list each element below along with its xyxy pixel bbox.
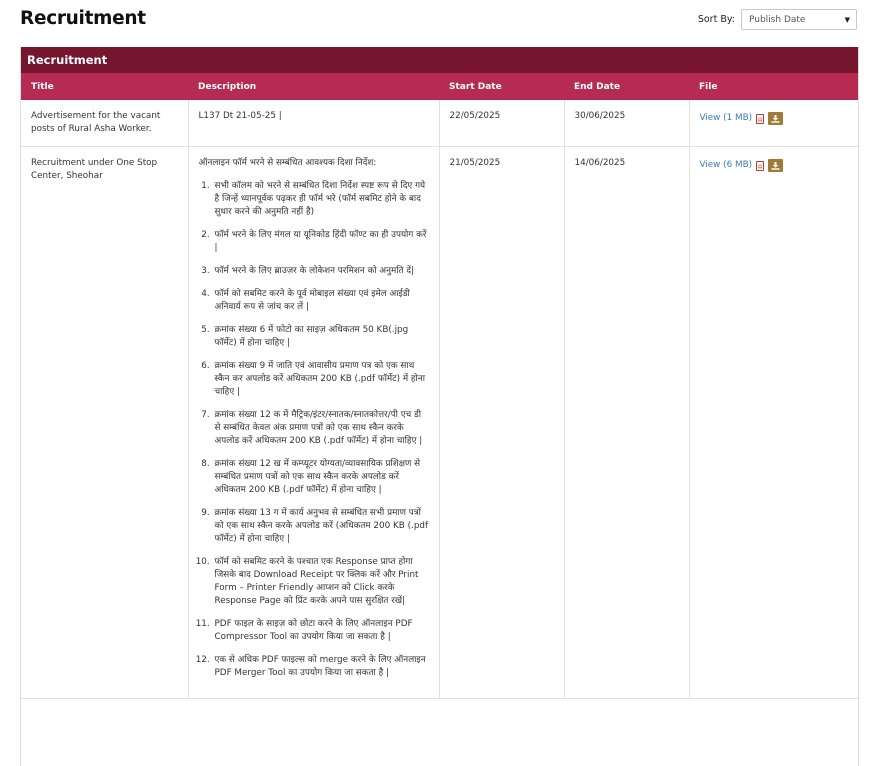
panel-title: Recruitment [21, 47, 858, 73]
list-item: क्रमांक संख्या 12 क में मैट्रिक/इंटर/स्न… [213, 409, 429, 448]
row-file: View (6 MB) ▤ [689, 146, 858, 699]
sort-select[interactable]: Publish Date ▼ [741, 9, 857, 30]
row-description: L137 Dt 21-05-25 | [188, 100, 440, 147]
recruitment-panel: Recruitment Title Description Start Date… [20, 47, 859, 766]
column-header-description: Description [188, 73, 439, 100]
chevron-down-icon: ▼ [844, 15, 850, 24]
recruitment-table: Title Description Start Date End Date Fi… [21, 73, 858, 699]
list-item: क्रमांक संख्या 9 में जाति एवं आवासीय प्र… [213, 360, 429, 399]
list-item: फॉर्म भरने के लिए मंगल या यूनिकोड हिंदी … [213, 229, 429, 255]
view-file-link[interactable]: View (1 MB) [700, 112, 753, 125]
list-item: फॉर्म को सबमिट करने के पश्चात एक Respons… [213, 556, 429, 608]
list-item: PDF फाइल के साइज़ को छोटा करने के लिए ऑन… [213, 618, 429, 644]
list-item: क्रमांक संख्या 12 ख में कम्प्यूटर योग्यत… [213, 458, 429, 497]
column-header-start-date: Start Date [439, 73, 564, 100]
download-icon[interactable] [768, 112, 784, 125]
column-header-end-date: End Date [564, 73, 689, 100]
page-title: Recruitment [20, 8, 146, 29]
list-item: क्रमांक संख्या 13 ग में कार्य अनुभव से स… [213, 507, 429, 546]
column-header-title: Title [21, 73, 188, 100]
table-row: Recruitment under One Stop Center, Sheoh… [21, 146, 858, 699]
table-row: Advertisement for the vacant posts of Ru… [21, 100, 858, 147]
row-title: Advertisement for the vacant posts of Ru… [21, 100, 189, 147]
row-end-date: 14/06/2025 [564, 146, 690, 699]
list-item: एक से अधिक PDF फाइल्स को merge करने के ल… [213, 654, 429, 680]
sort-label: Sort By: [697, 14, 735, 25]
sort-selected-value: Publish Date [749, 14, 806, 25]
row-description: ऑनलाइन फॉर्म भरने से सम्बंधित आवश्यक दिश… [188, 146, 440, 699]
list-item: क्रमांक संख्या 6 में फोटो का साइज़ अधिकत… [213, 324, 429, 350]
pdf-icon: ▤ [756, 113, 765, 124]
view-file-link[interactable]: View (6 MB) [700, 159, 753, 172]
row-end-date: 30/06/2025 [564, 100, 690, 147]
row-start-date: 21/05/2025 [439, 146, 565, 699]
table-header-row: Title Description Start Date End Date Fi… [21, 73, 858, 100]
download-icon[interactable] [768, 159, 784, 172]
row-file: View (1 MB) ▤ [689, 100, 858, 147]
column-header-file: File [689, 73, 858, 100]
list-item: सभी कॉलम को भरने से सम्बंधित दिशा निर्दे… [213, 180, 429, 219]
sort-control: Sort By: Publish Date ▼ [698, 9, 857, 30]
instruction-list: सभी कॉलम को भरने से सम्बंधित दिशा निर्दे… [199, 180, 429, 680]
row-title: Recruitment under One Stop Center, Sheoh… [21, 146, 189, 699]
pdf-icon: ▤ [756, 160, 765, 171]
description-intro: ऑनलाइन फॉर्म भरने से सम्बंधित आवश्यक दिश… [198, 158, 377, 168]
list-item: फॉर्म भरने के लिए ब्राउज़र के लोकेशन परम… [213, 265, 429, 278]
row-start-date: 22/05/2025 [439, 100, 565, 147]
list-item: फॉर्म को सबमिट करने के पूर्व मोबाइल संख्… [213, 288, 429, 314]
